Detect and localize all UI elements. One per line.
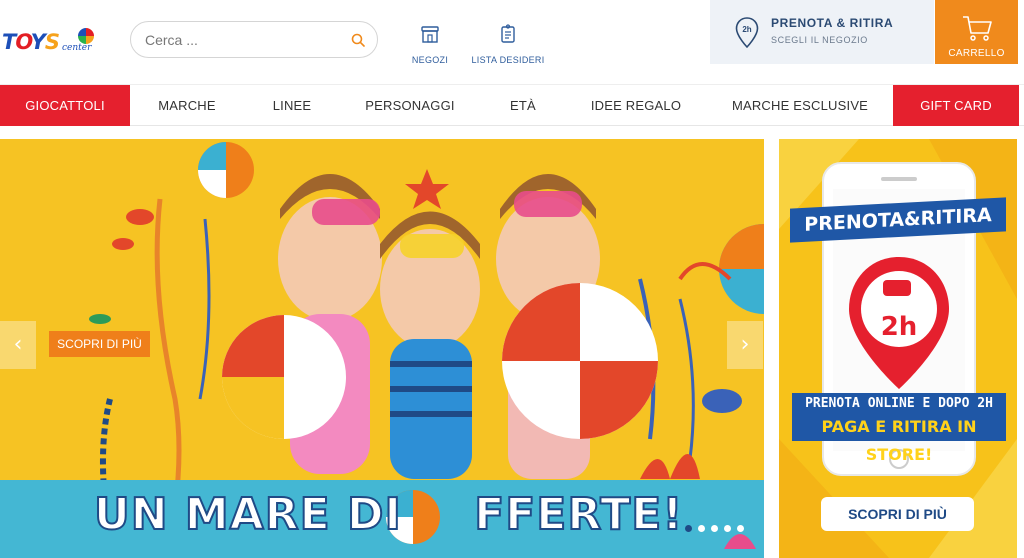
carousel-pagination [685, 519, 755, 532]
site-header: TOYS center NEGOZI LISTA DESIDERI [0, 0, 1024, 84]
menu-item-marche[interactable]: MARCHE [138, 85, 236, 126]
menu-item-marche-esclusive[interactable]: MARCHE ESCLUSIVE [720, 85, 880, 126]
menu-item-linee[interactable]: LINEE [252, 85, 332, 126]
logo-wordmark: TOYS [2, 30, 60, 54]
hero-carousel[interactable]: ‹ › SCOPRI DI PIÙ UN MARE DI FFERTE! [0, 139, 764, 558]
wishlist-link[interactable]: LISTA DESIDERI [470, 24, 546, 68]
side-promo-line2: PAGA E RITIRA IN STORE! [792, 413, 1006, 464]
carousel-prev-button[interactable]: ‹ [0, 321, 36, 369]
menu-item-eta[interactable]: ETÀ [490, 85, 556, 126]
pickup-badge-text: 2h [742, 25, 751, 34]
pickup-title: PRENOTA & RITIRA [771, 16, 894, 30]
menu-item-gift-card[interactable]: GIFT CARD [893, 85, 1019, 126]
main-menu: GIOCATTOLI MARCHE LINEE PERSONAGGI ETÀ I… [0, 84, 1024, 126]
hero-cta-button[interactable]: SCOPRI DI PIÙ [49, 331, 150, 357]
location-pin-icon: 2h [735, 17, 759, 49]
menu-item-idee-regalo[interactable]: IDEE REGALO [578, 85, 694, 126]
carousel-dot-3[interactable] [711, 525, 718, 532]
pickup-store-selector[interactable]: 2h PRENOTA & RITIRA SCEGLI IL NEGOZIO [710, 0, 934, 64]
carousel-dot-5[interactable] [737, 525, 744, 532]
wishlist-label: LISTA DESIDERI [471, 55, 545, 65]
stores-link[interactable]: NEGOZI [408, 24, 452, 68]
search-icon[interactable] [351, 33, 365, 47]
cart-icon [963, 16, 992, 41]
store-icon [421, 26, 439, 43]
site-logo[interactable]: TOYS center [0, 22, 100, 62]
side-badge-text: 2h [881, 312, 918, 342]
logo-subtitle: center [62, 43, 92, 53]
menu-item-personaggi[interactable]: PERSONAGGI [352, 85, 468, 126]
cart-label: CARRELLO [948, 48, 1005, 59]
hero-banner-text: UN MARE DI FFERTE! [93, 488, 684, 541]
search-input[interactable] [145, 30, 345, 50]
carousel-dot-2[interactable] [698, 525, 705, 532]
stores-label: NEGOZI [411, 55, 449, 65]
carousel-dot-1[interactable] [685, 525, 692, 532]
pickup-subtitle: SCEGLI IL NEGOZIO [771, 35, 868, 45]
side-promo-cta-button[interactable]: SCOPRI DI PIÙ [821, 497, 974, 531]
carousel-dot-4[interactable] [724, 525, 731, 532]
side-promo-line1: PRENOTA ONLINE E DOPO 2H [792, 393, 1006, 415]
cart-button[interactable]: CARRELLO [935, 0, 1018, 64]
search-box[interactable] [130, 21, 378, 58]
logo-ball-icon [78, 28, 94, 44]
carousel-next-button[interactable]: › [727, 321, 763, 369]
menu-item-giocattoli[interactable]: GIOCATTOLI [0, 85, 130, 126]
wishlist-icon [501, 24, 515, 43]
